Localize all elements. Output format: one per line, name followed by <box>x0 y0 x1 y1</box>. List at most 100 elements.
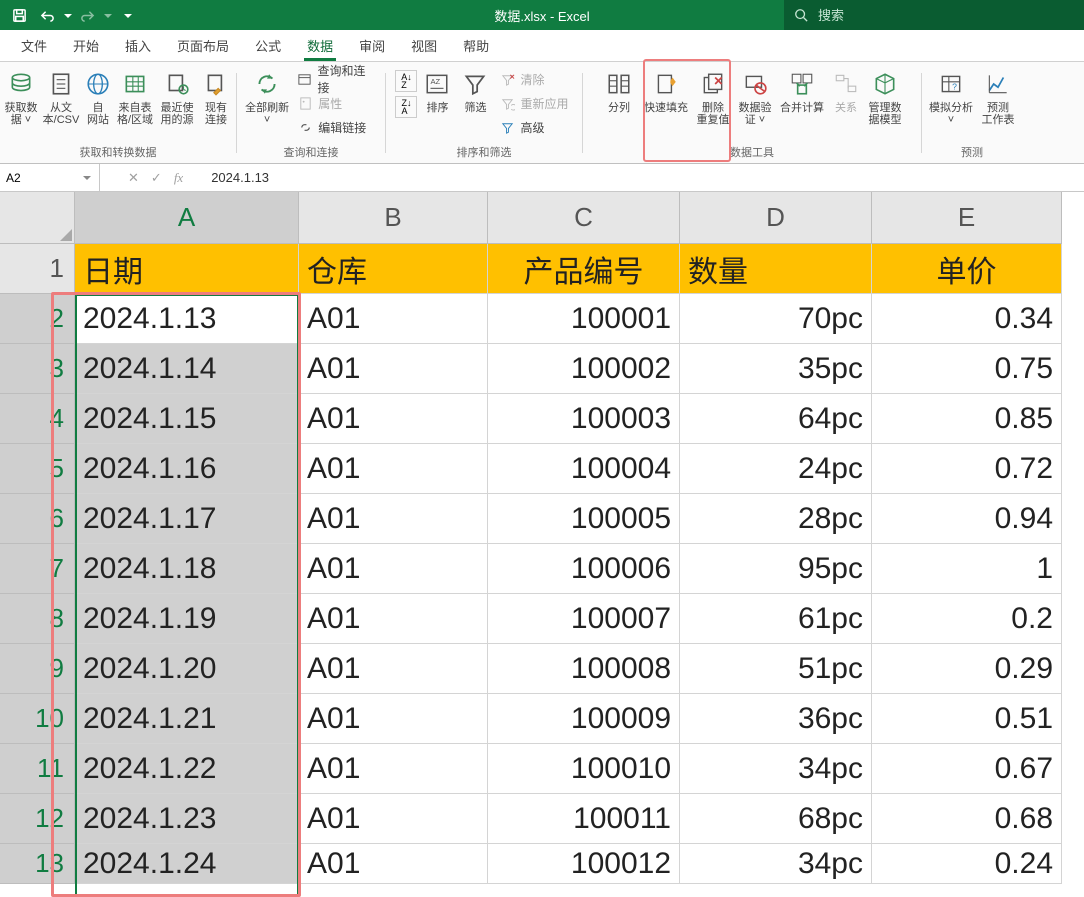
cell[interactable]: 100004 <box>488 444 680 494</box>
cell[interactable]: 2024.1.15 <box>75 394 299 444</box>
cell[interactable]: 2024.1.13 <box>75 294 299 344</box>
tab-file[interactable]: 文件 <box>8 30 60 61</box>
row-header[interactable]: 13 <box>0 844 75 884</box>
cell[interactable]: 2024.1.24 <box>75 844 299 884</box>
cell[interactable]: 仓库 <box>299 244 488 294</box>
cell[interactable]: 数量 <box>680 244 872 294</box>
cell[interactable]: 0.24 <box>872 844 1062 884</box>
tab-view[interactable]: 视图 <box>398 30 450 61</box>
cell[interactable]: 2024.1.23 <box>75 794 299 844</box>
sort-desc-button[interactable]: Z↓A <box>395 96 417 118</box>
cell[interactable]: 100007 <box>488 594 680 644</box>
cell[interactable]: 2024.1.19 <box>75 594 299 644</box>
qat-customize[interactable] <box>122 8 132 23</box>
row-header[interactable]: 5 <box>0 444 75 494</box>
cell[interactable]: 0.67 <box>872 744 1062 794</box>
search-box[interactable] <box>784 0 1084 30</box>
cell[interactable]: 2024.1.16 <box>75 444 299 494</box>
cell[interactable]: 51pc <box>680 644 872 694</box>
formula-content[interactable]: 2024.1.13 <box>191 164 1084 191</box>
cell[interactable]: A01 <box>299 394 488 444</box>
search-input[interactable] <box>818 8 1058 23</box>
cell[interactable]: 1 <box>872 544 1062 594</box>
cell[interactable]: 24pc <box>680 444 872 494</box>
cell[interactable]: 70pc <box>680 294 872 344</box>
cell[interactable]: 2024.1.21 <box>75 694 299 744</box>
cell[interactable]: 100002 <box>488 344 680 394</box>
cell[interactable]: 35pc <box>680 344 872 394</box>
cell[interactable]: 日期 <box>75 244 299 294</box>
cell[interactable]: 100003 <box>488 394 680 444</box>
cell[interactable]: 0.72 <box>872 444 1062 494</box>
cell[interactable]: 100012 <box>488 844 680 884</box>
edit-links-button[interactable]: 编辑链接 <box>293 116 379 138</box>
cell[interactable]: 100005 <box>488 494 680 544</box>
row-header[interactable]: 11 <box>0 744 75 794</box>
cell[interactable]: 0.75 <box>872 344 1062 394</box>
cell[interactable]: 0.29 <box>872 644 1062 694</box>
fx-icon[interactable]: fx <box>174 170 183 186</box>
row-header[interactable]: 9 <box>0 644 75 694</box>
tab-help[interactable]: 帮助 <box>450 30 502 61</box>
forecast-sheet-button[interactable]: 预测 工作表 <box>978 66 1018 144</box>
cell[interactable]: 61pc <box>680 594 872 644</box>
text-to-columns-button[interactable]: 分列 <box>599 66 639 144</box>
name-box[interactable]: A2 <box>0 164 100 191</box>
data-model-button[interactable]: 管理数 据模型 <box>865 66 905 144</box>
tab-home[interactable]: 开始 <box>60 30 112 61</box>
redo-dropdown[interactable] <box>102 8 112 23</box>
row-header[interactable]: 8 <box>0 594 75 644</box>
confirm-formula-icon[interactable]: ✓ <box>151 170 162 186</box>
undo-button[interactable] <box>34 2 60 28</box>
tab-insert[interactable]: 插入 <box>112 30 164 61</box>
from-web-button[interactable]: 自 网站 <box>83 66 113 144</box>
tab-page-layout[interactable]: 页面布局 <box>164 30 242 61</box>
row-header[interactable]: 4 <box>0 394 75 444</box>
what-if-button[interactable]: ? 模拟分析 ˅ <box>926 66 976 144</box>
filter-button[interactable]: 筛选 <box>457 66 493 144</box>
queries-connections-button[interactable]: 查询和连接 <box>293 68 379 90</box>
row-header[interactable]: 7 <box>0 544 75 594</box>
cell[interactable]: 28pc <box>680 494 872 544</box>
properties-button[interactable]: 属性 <box>293 92 379 114</box>
spreadsheet[interactable]: A B C D E 1 2 3 4 5 6 7 8 9 10 11 12 13 … <box>0 192 1084 897</box>
cell[interactable]: 2024.1.17 <box>75 494 299 544</box>
existing-connections-button[interactable]: 现有 连接 <box>199 66 233 144</box>
refresh-all-button[interactable]: 全部刷新 ˅ <box>243 66 291 144</box>
cell[interactable]: A01 <box>299 444 488 494</box>
col-header-B[interactable]: B <box>299 192 488 244</box>
cell[interactable]: 2024.1.18 <box>75 544 299 594</box>
cell[interactable]: 2024.1.14 <box>75 344 299 394</box>
sort-asc-button[interactable]: A↓Z <box>395 70 417 92</box>
cell[interactable]: A01 <box>299 594 488 644</box>
row-header[interactable]: 3 <box>0 344 75 394</box>
cell[interactable]: 0.85 <box>872 394 1062 444</box>
cell[interactable]: A01 <box>299 294 488 344</box>
clear-filter-button[interactable]: 清除 <box>495 68 572 90</box>
cell[interactable]: 2024.1.20 <box>75 644 299 694</box>
tab-formula[interactable]: 公式 <box>242 30 294 61</box>
cell[interactable]: 2024.1.22 <box>75 744 299 794</box>
cell[interactable]: 36pc <box>680 694 872 744</box>
col-header-D[interactable]: D <box>680 192 872 244</box>
cell[interactable]: 34pc <box>680 844 872 884</box>
cell[interactable]: 0.34 <box>872 294 1062 344</box>
reapply-button[interactable]: 重新应用 <box>495 92 572 114</box>
row-header[interactable]: 1 <box>0 244 75 294</box>
cell[interactable]: 100009 <box>488 694 680 744</box>
cell[interactable]: A01 <box>299 794 488 844</box>
from-table-range-button[interactable]: 来自表 格/区域 <box>115 66 155 144</box>
recent-sources-button[interactable]: 最近使 用的源 <box>157 66 197 144</box>
cell[interactable]: 0.94 <box>872 494 1062 544</box>
row-header[interactable]: 10 <box>0 694 75 744</box>
cell[interactable]: 100010 <box>488 744 680 794</box>
get-data-button[interactable]: 获取数 据 ˅ <box>3 66 39 144</box>
redo-button[interactable] <box>74 2 100 28</box>
select-all-corner[interactable] <box>0 192 75 244</box>
cell[interactable]: 单价 <box>872 244 1062 294</box>
name-box-dropdown[interactable] <box>81 176 93 180</box>
remove-duplicates-button[interactable]: 删除 重复值 <box>693 66 733 144</box>
cell[interactable]: A01 <box>299 844 488 884</box>
advanced-filter-button[interactable]: 高级 <box>495 116 572 138</box>
cell[interactable]: A01 <box>299 494 488 544</box>
